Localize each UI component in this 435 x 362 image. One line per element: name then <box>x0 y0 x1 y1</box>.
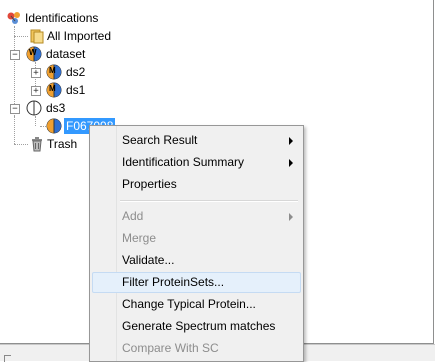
menu-item-compare-with-sc[interactable]: Compare With SC <box>92 338 299 359</box>
trash-icon <box>29 136 45 152</box>
tree-node-label: ds2 <box>66 65 86 79</box>
menu-item-filter-proteinsets[interactable]: Filter ProteinSets... <box>92 272 301 293</box>
collapse-toggle[interactable]: − <box>10 104 20 114</box>
expand-toggle[interactable]: + <box>31 68 41 78</box>
menu-item-label: Filter ProteinSets... <box>122 275 225 289</box>
menu-item-label: Compare With SC <box>122 341 219 355</box>
badge-m: M <box>49 84 56 93</box>
expand-toggle[interactable]: + <box>31 86 41 96</box>
menu-item-identification-summary[interactable]: Identification Summary <box>92 152 299 173</box>
tree-node-label: dataset <box>46 47 86 61</box>
menu-item-label: Validate... <box>122 253 175 267</box>
menu-item-label: Search Result <box>122 133 198 147</box>
dataset-icon <box>26 100 42 116</box>
menu-item-label: Change Typical Protein... <box>122 297 256 311</box>
menu-item-label: Identification Summary <box>122 155 245 169</box>
menu-item-validate[interactable]: Validate... <box>92 250 299 271</box>
badge-m: M <box>49 66 56 75</box>
menu-item-properties[interactable]: Properties <box>92 174 299 195</box>
tree-connector <box>14 144 28 145</box>
tree-node-label: Trash <box>47 137 78 151</box>
menu-item-generate-spectrum-matches[interactable]: Generate Spectrum matches <box>92 316 299 337</box>
menu-separator <box>120 200 298 202</box>
tree-connector <box>14 36 28 37</box>
folder-icon <box>29 28 45 44</box>
menu-item-label: Generate Spectrum matches <box>122 319 276 333</box>
collapse-toggle[interactable]: − <box>10 50 20 60</box>
menu-item-merge[interactable]: Merge <box>92 228 299 249</box>
tree-node-label: ds3 <box>46 101 66 115</box>
panel-corner-mark <box>4 355 11 362</box>
submenu-arrow-icon <box>289 159 293 167</box>
menu-item-label: Add <box>122 209 144 223</box>
tree-node-label: All Imported <box>47 29 112 43</box>
submenu-arrow-icon <box>289 137 293 145</box>
badge-w: W <box>29 48 37 57</box>
tree-node-label: Identifications <box>25 11 99 25</box>
tree-connector <box>35 116 36 126</box>
identification-result-icon <box>46 118 62 134</box>
tree-node-label: ds1 <box>66 83 86 97</box>
submenu-arrow-icon <box>289 213 293 221</box>
menu-item-label: Properties <box>122 177 177 191</box>
tree-connector <box>14 116 15 144</box>
menu-item-change-typical-protein[interactable]: Change Typical Protein... <box>92 294 299 315</box>
menu-item-label: Merge <box>122 231 157 245</box>
menu-item-search-result[interactable]: Search Result <box>92 130 299 151</box>
identifications-icon <box>6 10 22 26</box>
menu-item-add[interactable]: Add <box>92 206 299 227</box>
context-menu: Search Result Identification Summary Pro… <box>89 125 304 362</box>
